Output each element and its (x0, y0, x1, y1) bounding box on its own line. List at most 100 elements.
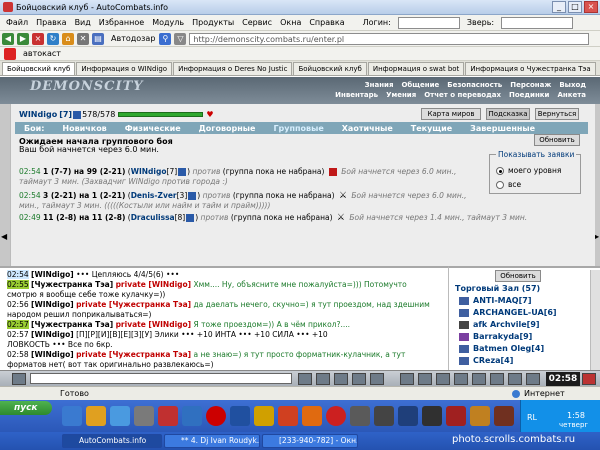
back-button[interactable]: Вернуться (535, 108, 579, 120)
minimize-button[interactable]: _ (552, 1, 566, 13)
tab-finished[interactable]: Завершенные (461, 124, 544, 133)
autotext-link[interactable]: автокаст (23, 49, 61, 58)
task-dj-ivan[interactable]: ** 4. Dj Ivan Roudyk... (164, 434, 260, 448)
forward-icon[interactable]: ▶ (17, 32, 29, 45)
clan-icon[interactable] (188, 192, 197, 200)
app-icon-9[interactable] (278, 406, 298, 426)
user-icon[interactable] (459, 297, 469, 305)
ie-icon[interactable] (110, 406, 130, 426)
print-icon[interactable]: ▤ (92, 32, 104, 45)
tab-club-2[interactable]: Бойцовский клуб (293, 62, 367, 75)
tab-info-chuzhestranka[interactable]: Информация о Чужестранка Тэа (465, 62, 596, 75)
player-name[interactable]: WINdigo (19, 110, 57, 119)
radio-all[interactable]: все (496, 180, 521, 189)
tray-clock[interactable]: 1:58 (567, 411, 585, 420)
refresh-icon[interactable]: ↻ (47, 32, 59, 45)
menu-view[interactable]: Вид (75, 18, 91, 27)
home-icon[interactable]: ⌂ (62, 32, 74, 45)
nav-character[interactable]: Персонаж (510, 81, 551, 89)
app-icon-11[interactable] (326, 406, 346, 426)
chat-mode-icon[interactable] (12, 373, 26, 385)
show-desktop-icon[interactable] (62, 406, 82, 426)
app-icon-4[interactable] (158, 406, 178, 426)
maximize-button[interactable]: □ (568, 1, 582, 13)
send-icon[interactable] (298, 373, 312, 385)
user-item[interactable]: ANTI-MAQ[7] (473, 296, 531, 305)
menu-module[interactable]: Модуль (152, 18, 184, 27)
app-icon-10[interactable] (302, 406, 322, 426)
autofill-button[interactable]: Автодозар (111, 34, 155, 43)
action-8-icon[interactable] (526, 373, 540, 385)
user-item[interactable]: Barrakyda[9] (473, 332, 532, 341)
user-item[interactable]: CReza[4] (473, 356, 513, 365)
tab-newbies[interactable]: Новичков (53, 124, 115, 133)
radio-all-dot[interactable] (496, 180, 504, 189)
hint-button[interactable]: Подсказка (486, 108, 530, 120)
action-7-icon[interactable] (508, 373, 522, 385)
filter-icon[interactable]: ▽ (174, 32, 187, 45)
back-icon[interactable]: ◀ (2, 32, 14, 45)
swords-icon[interactable]: ⚔ (339, 191, 347, 201)
beast-field[interactable] (501, 16, 574, 29)
user-item[interactable]: ARCHANGEL-UA[6] (473, 308, 557, 317)
stop-icon[interactable]: × (32, 32, 44, 45)
clear-icon[interactable] (316, 373, 330, 385)
radio-my-level[interactable]: моего уровня (496, 166, 561, 175)
exit-chat-icon[interactable] (582, 373, 596, 385)
swords-icon[interactable]: ⚔ (337, 213, 345, 223)
app-icon-15[interactable] (422, 406, 442, 426)
user-item[interactable]: afk Archvile[9] (473, 320, 540, 329)
lang-indicator[interactable]: RL (527, 413, 537, 422)
app-icon-13[interactable] (374, 406, 394, 426)
nav-transfers[interactable]: Отчет о переводах (424, 91, 501, 99)
folder-icon[interactable] (86, 406, 106, 426)
start-button[interactable]: пуск (0, 401, 52, 415)
users-refresh-button[interactable]: Обновить (495, 270, 541, 282)
user-icon[interactable] (459, 321, 469, 329)
app-icon-12[interactable] (350, 406, 370, 426)
app-icon-14[interactable] (398, 406, 418, 426)
clan-icon[interactable] (186, 214, 195, 222)
nav-security[interactable]: Безопасность (447, 81, 502, 89)
action-5-icon[interactable] (472, 373, 486, 385)
app-icon-3[interactable] (134, 406, 154, 426)
world-map-button[interactable]: Карта миров (421, 108, 481, 120)
tab-info-deres[interactable]: Информация о Deres No Justic (173, 62, 293, 75)
app-icon-6[interactable] (206, 406, 226, 426)
chat-log[interactable]: 02:54 [WINdigo] ••• Цепляюсь 4/4/5(6) ••… (0, 266, 448, 370)
menu-help[interactable]: Справка (309, 18, 344, 27)
nav-inventory[interactable]: Инвентарь (335, 91, 378, 99)
app-icon-8[interactable] (254, 406, 274, 426)
menu-products[interactable]: Продукты (192, 18, 234, 27)
action-2-icon[interactable] (418, 373, 432, 385)
collapse-left-icon[interactable]: ◀ (1, 232, 7, 241)
menu-favorites[interactable]: Избранное (99, 18, 144, 27)
nav-knowledge[interactable]: Знания (365, 81, 394, 89)
tab-chaotic[interactable]: Хаотичные (333, 124, 402, 133)
tools-icon[interactable]: ✕ (77, 32, 89, 45)
user-icon[interactable] (459, 309, 469, 317)
nav-profile[interactable]: Анкета (557, 91, 586, 99)
login-field[interactable] (397, 16, 460, 29)
menu-windows[interactable]: Окна (280, 18, 301, 27)
task-autocombats[interactable]: AutoCombats.info (62, 434, 162, 448)
filter-chat-icon[interactable] (334, 373, 348, 385)
app-icon-18[interactable] (494, 406, 514, 426)
menu-edit[interactable]: Правка (36, 18, 66, 27)
tab-info-swat[interactable]: Информация о swat bot (367, 62, 465, 75)
close-button[interactable]: × (584, 1, 598, 13)
nav-duels[interactable]: Поединки (509, 91, 549, 99)
clan-icon[interactable] (73, 110, 82, 119)
app-icon-17[interactable] (470, 406, 490, 426)
nav-exit[interactable]: Выход (559, 81, 586, 89)
clan-icon[interactable] (178, 168, 187, 176)
tab-current[interactable]: Текущие (402, 124, 461, 133)
action-1-icon[interactable] (400, 373, 414, 385)
radio-my-level-dot[interactable] (496, 166, 504, 175)
tab-info-windigo[interactable]: Информация о WINdigo (76, 62, 173, 75)
app-icon-5[interactable] (182, 406, 202, 426)
chat-input[interactable] (30, 373, 292, 384)
action-3-icon[interactable] (436, 373, 450, 385)
app-icon-16[interactable] (446, 406, 466, 426)
users-scrollbar[interactable] (590, 270, 600, 370)
